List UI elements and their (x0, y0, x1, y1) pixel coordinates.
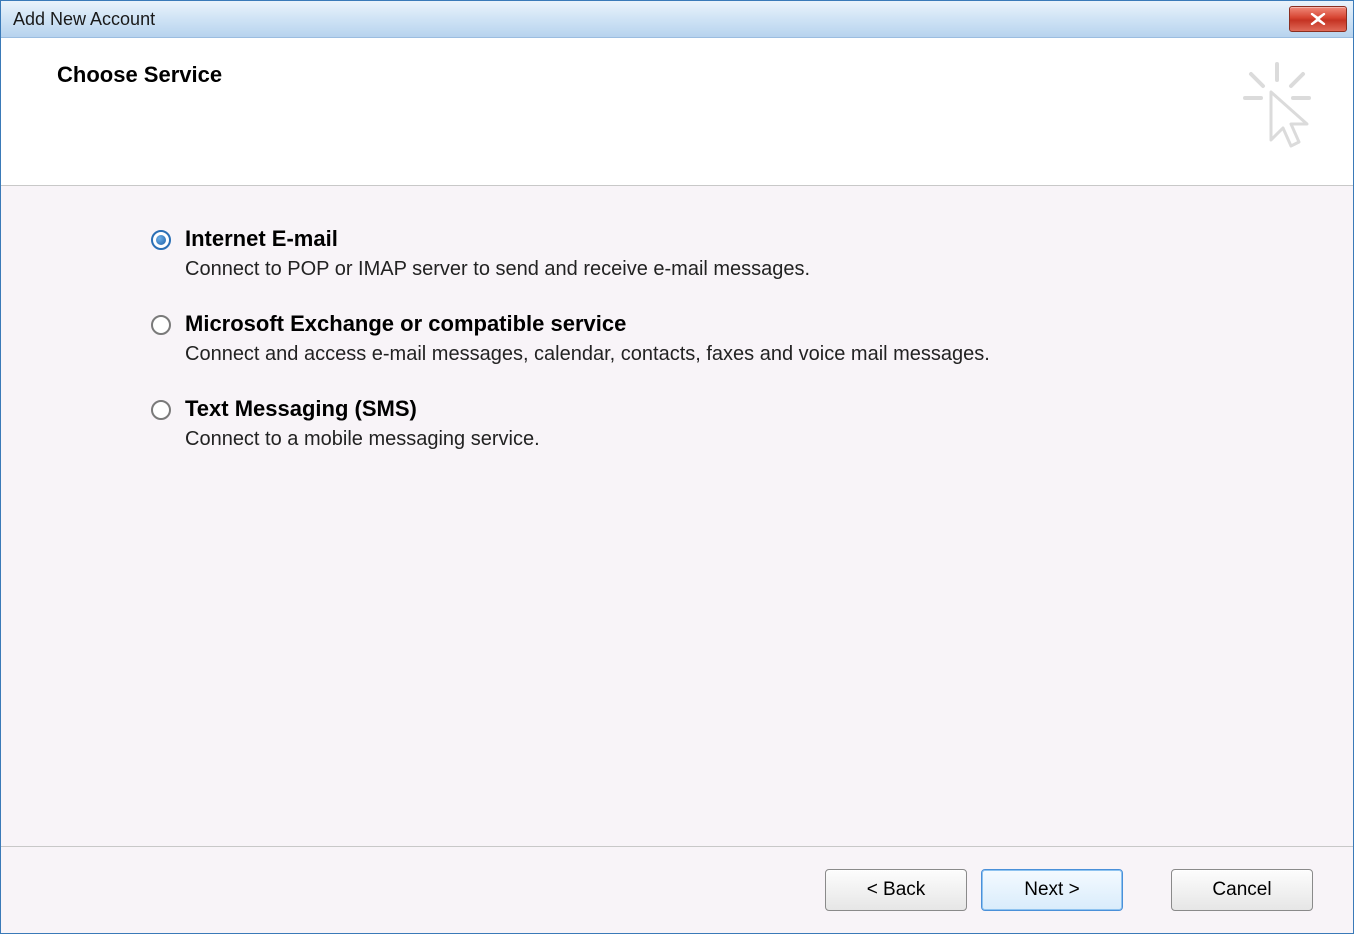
wizard-footer: < Back Next > Cancel (1, 846, 1353, 933)
radio-sms[interactable] (151, 400, 171, 420)
titlebar[interactable]: Add New Account (1, 1, 1353, 38)
option-text: Internet E-mail Connect to POP or IMAP s… (185, 226, 810, 281)
cancel-button-label: Cancel (1212, 879, 1271, 901)
wizard-header: Choose Service (1, 38, 1353, 186)
page-title: Choose Service (57, 62, 222, 88)
radio-exchange[interactable] (151, 315, 171, 335)
option-text: Text Messaging (SMS) Connect to a mobile… (185, 396, 540, 451)
cursor-click-icon (1241, 62, 1313, 157)
window-title: Add New Account (13, 9, 155, 30)
radio-internet-email[interactable] (151, 230, 171, 250)
content: Internet E-mail Connect to POP or IMAP s… (1, 186, 1353, 846)
option-text: Microsoft Exchange or compatible service… (185, 311, 990, 366)
back-button[interactable]: < Back (825, 869, 967, 911)
next-button[interactable]: Next > (981, 869, 1123, 911)
add-account-wizard: Add New Account Choose Service (0, 0, 1354, 934)
option-description: Connect and access e-mail messages, cale… (185, 343, 990, 366)
option-title: Internet E-mail (185, 226, 810, 252)
option-description: Connect to POP or IMAP server to send an… (185, 258, 810, 281)
option-internet-email[interactable]: Internet E-mail Connect to POP or IMAP s… (151, 226, 1313, 281)
option-title: Text Messaging (SMS) (185, 396, 540, 422)
back-button-label: < Back (867, 879, 926, 901)
cancel-button[interactable]: Cancel (1171, 869, 1313, 911)
next-button-label: Next > (1024, 879, 1079, 901)
option-description: Connect to a mobile messaging service. (185, 428, 540, 451)
option-title: Microsoft Exchange or compatible service (185, 311, 990, 337)
option-exchange[interactable]: Microsoft Exchange or compatible service… (151, 311, 1313, 366)
close-icon (1309, 13, 1327, 25)
close-button[interactable] (1289, 6, 1347, 32)
option-sms[interactable]: Text Messaging (SMS) Connect to a mobile… (151, 396, 1313, 451)
